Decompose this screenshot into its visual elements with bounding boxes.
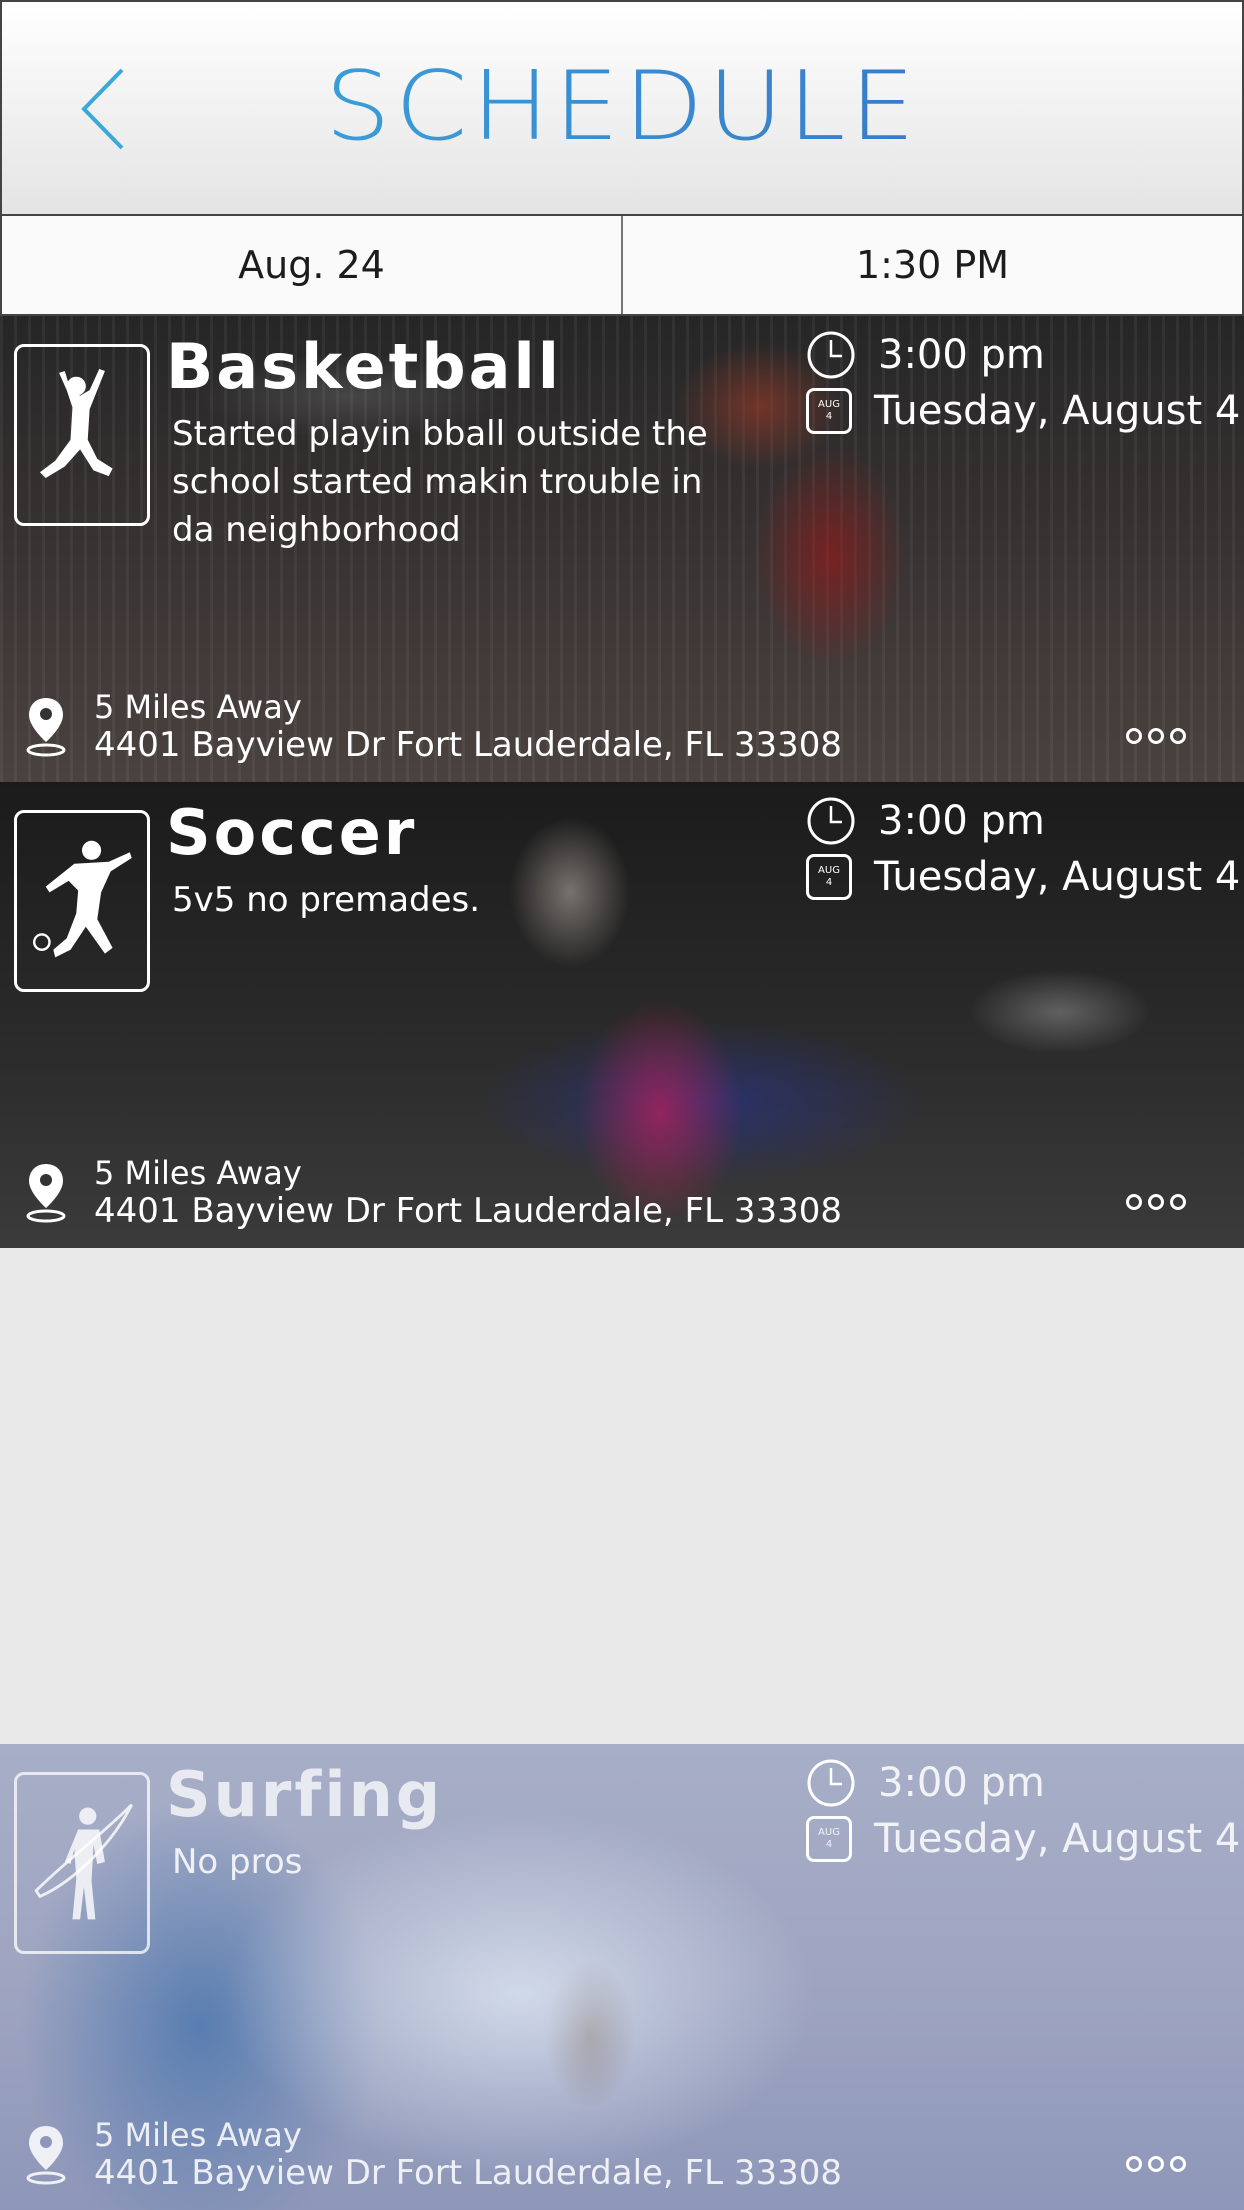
clock-icon xyxy=(807,1759,855,1807)
event-address: 4401 Bayview Dr Fort Lauderdale, FL 3330… xyxy=(94,2153,843,2193)
more-dot-icon xyxy=(1126,2156,1142,2172)
app-header: SCHEDULE xyxy=(0,0,1244,216)
event-day: Tuesday, August 4 xyxy=(874,388,1241,434)
event-time: 3:00 pm xyxy=(878,798,1045,844)
calendar-icon: AUG 4 xyxy=(806,388,852,434)
event-address: 4401 Bayview Dr Fort Lauderdale, FL 3330… xyxy=(94,725,843,765)
event-time-row: 3:00 pm xyxy=(806,796,1045,846)
event-card-basketball[interactable]: Basketball Started playin bball outside … xyxy=(0,316,1244,782)
more-dot-icon xyxy=(1148,728,1164,744)
event-time: 3:00 pm xyxy=(878,332,1045,378)
calendar-icon: AUG 4 xyxy=(806,1816,852,1862)
more-options-button[interactable] xyxy=(1126,2156,1186,2172)
calendar-icon: AUG 4 xyxy=(806,854,852,900)
more-dot-icon xyxy=(1170,728,1186,744)
surfer-icon xyxy=(14,1772,150,1954)
event-description: 5v5 no premades. xyxy=(172,880,481,920)
more-dot-icon xyxy=(1170,2156,1186,2172)
soccer-player-icon xyxy=(14,810,150,992)
event-distance: 5 Miles Away xyxy=(94,688,302,726)
more-options-button[interactable] xyxy=(1126,1194,1186,1210)
page-title: SCHEDULE xyxy=(2,58,1242,154)
event-title: Soccer xyxy=(166,796,418,869)
event-distance: 5 Miles Away xyxy=(94,2116,302,2154)
more-dot-icon xyxy=(1170,1194,1186,1210)
location-pin-icon xyxy=(26,1164,66,1223)
event-location: 5 Miles Away 4401 Bayview Dr Fort Lauder… xyxy=(24,2116,842,2192)
event-day: Tuesday, August 4 xyxy=(874,1816,1241,1862)
basketball-player-icon xyxy=(14,344,150,526)
event-time: 3:00 pm xyxy=(878,1760,1045,1806)
date-selector[interactable]: Aug. 24 xyxy=(2,216,621,314)
event-distance: 5 Miles Away xyxy=(94,1154,302,1192)
time-selector[interactable]: 1:30 PM xyxy=(621,216,1242,314)
more-dot-icon xyxy=(1126,728,1142,744)
event-location: 5 Miles Away 4401 Bayview Dr Fort Lauder… xyxy=(24,688,842,764)
event-card-soccer[interactable]: Soccer 5v5 no premades. 3:00 pm AUG 4 Tu… xyxy=(0,782,1244,1248)
event-title: Surfing xyxy=(166,1758,444,1831)
more-options-button[interactable] xyxy=(1126,728,1186,744)
event-time-row: 3:00 pm xyxy=(806,1758,1045,1808)
event-day-row: AUG 4 Tuesday, August 4 xyxy=(806,854,1240,900)
event-description: Started playin bball outside the school … xyxy=(172,414,708,550)
event-location: 5 Miles Away 4401 Bayview Dr Fort Lauder… xyxy=(24,1154,842,1230)
location-pin-icon xyxy=(26,698,66,757)
clock-icon xyxy=(807,797,855,845)
date-time-bar: Aug. 24 1:30 PM xyxy=(0,216,1244,316)
event-address: 4401 Bayview Dr Fort Lauderdale, FL 3330… xyxy=(94,1191,843,1231)
event-card-surfing[interactable]: Surfing No pros 3:00 pm AUG 4 Tuesday, A… xyxy=(0,1744,1244,2210)
event-description: No pros xyxy=(172,1842,303,1882)
event-time-row: 3:00 pm xyxy=(806,330,1045,380)
event-day-row: AUG 4 Tuesday, August 4 xyxy=(806,388,1240,434)
event-day: Tuesday, August 4 xyxy=(874,854,1241,900)
more-dot-icon xyxy=(1148,2156,1164,2172)
event-day-row: AUG 4 Tuesday, August 4 xyxy=(806,1816,1240,1862)
location-pin-icon xyxy=(26,2126,66,2185)
event-title: Basketball xyxy=(166,330,562,403)
clock-icon xyxy=(807,331,855,379)
more-dot-icon xyxy=(1148,1194,1164,1210)
more-dot-icon xyxy=(1126,1194,1142,1210)
